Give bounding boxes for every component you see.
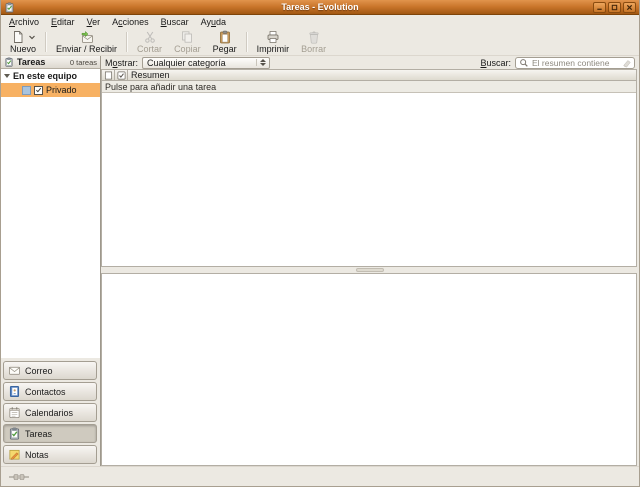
category-filter-dropdown[interactable]: Cualquier categoría: [142, 57, 270, 69]
toolbar-separator: [126, 32, 128, 52]
menu-buscar[interactable]: Buscar: [155, 16, 195, 28]
list-checkbox[interactable]: [34, 86, 43, 95]
online-status-button[interactable]: [6, 471, 32, 483]
toolbar-button-label: Enviar / Recibir: [56, 44, 117, 54]
switcher-button-notas[interactable]: Notas: [3, 445, 97, 464]
sidebar: Tareas 0 tareas En este equipo Privado C…: [1, 56, 101, 466]
switcher-button-contactos[interactable]: Contactos: [3, 382, 97, 401]
mail-icon: [8, 364, 21, 377]
evolution-window: Tareas - Evolution ArchivoEditarVerAccio…: [0, 0, 640, 487]
tree-item-privado[interactable]: Privado: [1, 83, 100, 97]
delete-icon: [307, 30, 321, 44]
switcher-button-label: Correo: [25, 366, 53, 376]
toolbar-button-pegar[interactable]: Pegar: [207, 30, 243, 54]
expander-icon[interactable]: [4, 74, 10, 78]
menu-acciones[interactable]: Acciones: [106, 16, 155, 28]
switcher-button-label: Contactos: [25, 387, 66, 397]
task-list-pane: Resumen Pulse para añadir una tarea: [101, 69, 637, 267]
task-preview-pane: [101, 273, 637, 466]
new-document-icon: [11, 30, 25, 44]
switcher-button-tareas[interactable]: Tareas: [3, 424, 97, 443]
calendar-icon: [8, 406, 21, 419]
clear-search-icon[interactable]: [622, 58, 632, 68]
toolbar-button-imprimir[interactable]: Imprimir: [251, 30, 296, 54]
send-receive-icon: [80, 30, 94, 44]
window-controls: [593, 2, 636, 13]
search-label: Buscar:: [480, 58, 511, 68]
toolbar-button-label: Borrar: [301, 44, 326, 54]
notes-icon: [8, 448, 21, 461]
toolbar-button-label: Cortar: [137, 44, 162, 54]
menubar: ArchivoEditarVerAccionesBuscarAyuda: [1, 15, 639, 29]
splitter-grip[interactable]: [356, 268, 384, 272]
copy-icon: [180, 30, 194, 44]
toolbar: Nuevo Enviar / Recibir Cortar Copiar Pegar Im…: [1, 29, 639, 56]
task-list-empty-area[interactable]: [102, 93, 636, 266]
window-tasks-icon: [4, 2, 15, 13]
filter-label: Mostrar:: [105, 58, 138, 68]
add-task-row[interactable]: Pulse para añadir una tarea: [102, 81, 636, 93]
switcher-button-label: Notas: [25, 450, 49, 460]
switcher-button-label: Calendarios: [25, 408, 73, 418]
category-filter-value: Cualquier categoría: [147, 58, 253, 68]
cut-icon: [143, 30, 157, 44]
switcher-button-calendarios[interactable]: Calendarios: [3, 403, 97, 422]
tree-item-label: Privado: [46, 85, 77, 95]
chevron-down-icon[interactable]: [28, 33, 36, 41]
column-header-type-icon[interactable]: [102, 70, 115, 81]
menu-ayuda[interactable]: Ayuda: [195, 16, 232, 28]
list-color-swatch: [22, 86, 31, 95]
combo-arrows-icon: [256, 59, 266, 66]
pane-splitter[interactable]: [101, 267, 639, 273]
titlebar[interactable]: Tareas - Evolution: [1, 0, 639, 15]
toolbar-button-cortar: Cortar: [131, 30, 168, 54]
toolbar-separator: [45, 32, 47, 52]
task-count-badge: 0 tareas: [70, 58, 97, 67]
toolbar-button-label: Nuevo: [10, 44, 36, 54]
tree-group-on-this-computer[interactable]: En este equipo: [1, 69, 100, 83]
toolbar-separator: [246, 32, 248, 52]
main-pane: Mostrar: Cualquier categoría Buscar: El …: [101, 56, 639, 466]
column-header-summary[interactable]: Resumen: [128, 70, 636, 81]
switcher-button-label: Tareas: [25, 429, 52, 439]
toolbar-button-nuevo[interactable]: Nuevo: [4, 30, 42, 54]
tasks-icon: [4, 57, 14, 67]
search-icon[interactable]: [519, 58, 529, 68]
toolbar-button-label: Pegar: [213, 44, 237, 54]
search-input[interactable]: El resumen contiene: [515, 57, 635, 69]
toolbar-button-copiar: Copiar: [168, 30, 207, 54]
task-table-header: Resumen: [102, 70, 636, 81]
sidebar-header-title: Tareas: [17, 57, 67, 67]
toolbar-button-borrar: Borrar: [295, 30, 332, 54]
menu-ver[interactable]: Ver: [81, 16, 107, 28]
menu-editar[interactable]: Editar: [45, 16, 81, 28]
tree-group-label: En este equipo: [13, 71, 77, 81]
filter-bar: Mostrar: Cualquier categoría Buscar: El …: [101, 56, 639, 69]
maximize-button[interactable]: [608, 2, 621, 13]
task-list-tree: En este equipo Privado: [1, 69, 100, 358]
paste-icon: [218, 30, 232, 44]
contacts-icon: [8, 385, 21, 398]
search-placeholder: El resumen contiene: [532, 58, 619, 68]
switcher-button-correo[interactable]: Correo: [3, 361, 97, 380]
toolbar-button-label: Copiar: [174, 44, 201, 54]
toolbar-button-enviar-recibir[interactable]: Enviar / Recibir: [50, 30, 123, 54]
print-icon: [266, 30, 280, 44]
tasks-icon: [8, 427, 21, 440]
statusbar: [1, 466, 639, 486]
close-button[interactable]: [623, 2, 636, 13]
sidebar-header[interactable]: Tareas 0 tareas: [1, 56, 100, 69]
content-area: Tareas 0 tareas En este equipo Privado C…: [1, 56, 639, 466]
minimize-button[interactable]: [593, 2, 606, 13]
column-header-complete-icon[interactable]: [115, 70, 128, 81]
toolbar-button-label: Imprimir: [257, 44, 290, 54]
component-switcher: Correo Contactos Calendarios Tareas Notas: [1, 358, 100, 466]
menu-archivo[interactable]: Archivo: [3, 16, 45, 28]
window-title: Tareas - Evolution: [1, 2, 639, 12]
